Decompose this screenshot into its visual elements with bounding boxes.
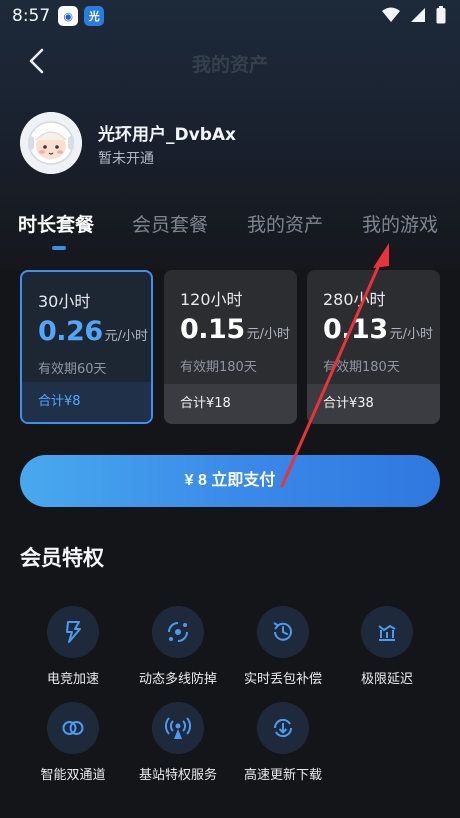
plan-hours: 280小时	[323, 290, 386, 309]
plan-total: 合计¥18	[164, 384, 297, 424]
perk-label: 实时丢包补偿	[243, 672, 322, 687]
perk-label: 电竞加速	[46, 672, 99, 687]
plan-price-value: 0.13	[323, 314, 388, 345]
multiline-icon	[152, 606, 204, 658]
perk-item: 高速更新下载	[230, 702, 336, 783]
active-tab-indicator	[52, 246, 66, 250]
plan-validity: 有效期60天	[38, 362, 107, 377]
user-profile: 光环用户_DvbAx 暂未开通	[20, 112, 440, 174]
perk-label: 智能双通道	[40, 768, 106, 783]
guanghuan-app-icon: 光	[84, 6, 105, 26]
perk-item: 动态多线防掉	[125, 606, 231, 687]
perk-item: 基站特权服务	[125, 702, 231, 783]
plan-card-30h[interactable]: 30小时 0.26 元/小时 有效期60天 合计¥8	[20, 270, 153, 424]
tab-membership-package[interactable]: 会员套餐	[132, 210, 208, 237]
plan-card-120h[interactable]: 120小时 0.15 元/小时 有效期180天 合计¥18	[164, 270, 297, 424]
latency-chart-icon	[361, 606, 413, 658]
dual-channel-icon	[47, 702, 99, 754]
signal-icon	[411, 8, 425, 22]
astronaut-avatar-icon	[20, 112, 82, 174]
perk-item: 实时丢包补偿	[230, 606, 336, 687]
plan-price-value: 0.26	[38, 316, 103, 347]
plan-price: 0.15 元/小时	[180, 314, 290, 345]
plan-hours: 30小时	[38, 292, 91, 311]
plan-hours: 120小时	[180, 290, 243, 309]
perk-item: 智能双通道	[20, 702, 126, 783]
wifi-icon	[382, 7, 400, 22]
perk-grid: 电竞加速 动态多线防掉 实时丢包补偿 极限延迟 智能双通道 基站特权服务 高速更…	[0, 606, 460, 796]
status-indicators	[382, 6, 446, 24]
username: 光环用户_DvbAx	[98, 125, 236, 145]
plan-total: 合计¥38	[307, 384, 440, 424]
battery-icon	[436, 6, 446, 24]
tab-duration-package[interactable]: 时长套餐	[18, 210, 94, 237]
plan-validity: 有效期180天	[180, 360, 257, 375]
plan-price: 0.13 元/小时	[323, 314, 433, 345]
pay-now-button[interactable]: ¥ 8 立即支付	[20, 455, 440, 507]
blue-app-icon: ◉	[58, 6, 79, 26]
plan-price-value: 0.15	[180, 314, 245, 345]
perk-label: 高速更新下载	[243, 768, 322, 783]
status-bar: 8:57 ◉ 光	[0, 0, 460, 32]
plan-card-280h[interactable]: 280小时 0.13 元/小时 有效期180天 合计¥38	[307, 270, 440, 424]
plan-price-unit: 元/小时	[104, 329, 149, 344]
plan-price-unit: 元/小时	[246, 327, 291, 342]
tab-my-games[interactable]: 我的游戏	[362, 210, 438, 237]
lightning-icon	[47, 606, 99, 658]
perk-item: 电竞加速	[20, 606, 126, 687]
signal-tower-icon	[152, 702, 204, 754]
plan-list: 30小时 0.26 元/小时 有效期60天 合计¥8 120小时 0.15 元/小时…	[20, 270, 460, 424]
status-time: 8:57	[12, 6, 51, 26]
avatar[interactable]	[20, 112, 82, 174]
tab-bar: 时长套餐 会员套餐 我的资产 我的游戏	[0, 208, 460, 252]
perk-label: 动态多线防掉	[138, 672, 217, 687]
membership-status: 暂未开通	[98, 151, 154, 167]
clock-refresh-icon	[257, 606, 309, 658]
tab-my-assets[interactable]: 我的资产	[247, 210, 323, 237]
download-refresh-icon	[257, 702, 309, 754]
nav-bar: 我的资产	[0, 38, 460, 84]
perk-item: 极限延迟	[334, 606, 440, 687]
plan-total: 合计¥8	[22, 382, 151, 422]
perk-label: 基站特权服务	[138, 768, 217, 783]
plan-validity: 有效期180天	[323, 360, 400, 375]
section-title: 会员特权	[20, 546, 104, 570]
plan-price-unit: 元/小时	[389, 327, 434, 342]
perk-label: 极限延迟	[360, 672, 413, 687]
plan-price: 0.26 元/小时	[38, 316, 148, 347]
page-title: 我的资产	[191, 54, 268, 76]
